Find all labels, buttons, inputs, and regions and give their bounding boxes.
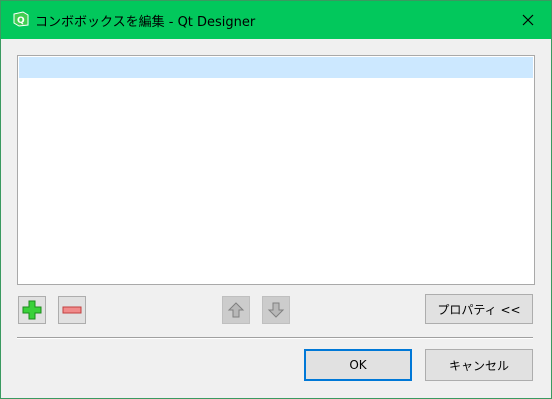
cancel-button[interactable]: キャンセル	[425, 349, 533, 381]
minus-icon	[62, 306, 82, 314]
add-item-button[interactable]	[18, 296, 46, 324]
list-item[interactable]	[19, 57, 533, 78]
edit-combobox-dialog: Q コンボボックスを編集 - Qt Designer プロパティ << OK キ…	[0, 0, 552, 399]
arrow-up-icon	[227, 302, 245, 318]
plus-icon	[22, 300, 42, 320]
properties-button[interactable]: プロパティ <<	[425, 294, 533, 324]
remove-item-button[interactable]	[58, 296, 86, 324]
separator	[17, 337, 533, 339]
move-down-button[interactable]	[262, 296, 290, 324]
qt-designer-icon: Q	[13, 11, 29, 27]
close-icon	[522, 14, 534, 26]
close-button[interactable]	[505, 1, 551, 39]
title-bar[interactable]: Q コンボボックスを編集 - Qt Designer	[1, 1, 551, 39]
arrow-down-icon	[267, 302, 285, 318]
items-list[interactable]	[17, 55, 535, 285]
move-up-button[interactable]	[222, 296, 250, 324]
ok-button[interactable]: OK	[304, 349, 412, 381]
window-title: コンボボックスを編集 - Qt Designer	[35, 15, 256, 30]
svg-text:Q: Q	[17, 16, 25, 26]
